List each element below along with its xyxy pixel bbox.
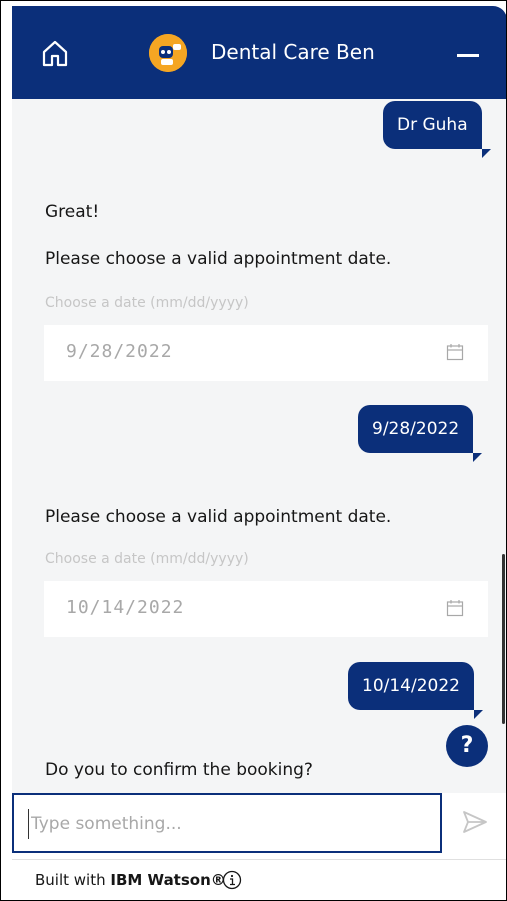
message-input-box (12, 793, 442, 853)
built-with-text: Built with IBM Watson® (35, 871, 226, 889)
user-message-text: 10/14/2022 (362, 676, 460, 696)
scrollbar-thumb[interactable] (502, 554, 505, 724)
date-field-label: Choose a date (mm/dd/yyyy) (45, 551, 249, 567)
home-icon[interactable] (40, 38, 70, 68)
calendar-icon[interactable] (446, 343, 464, 361)
calendar-icon[interactable] (446, 599, 464, 617)
date-value: 10/14/2022 (66, 597, 185, 618)
user-message-bubble: Dr Guha (383, 101, 491, 158)
bot-message: Please choose a valid appointment date. (45, 507, 392, 527)
bot-message: Please choose a valid appointment date. (45, 249, 392, 269)
date-value: 9/28/2022 (66, 341, 173, 362)
footer: Built with IBM Watson® (12, 859, 506, 900)
date-picker-input[interactable]: 10/14/2022 (44, 581, 488, 637)
date-picker-input[interactable]: 9/28/2022 (44, 325, 488, 381)
date-field-label: Choose a date (mm/dd/yyyy) (45, 295, 249, 311)
bot-message: Great! (45, 202, 100, 222)
help-button[interactable]: ? (446, 725, 488, 767)
chat-transcript[interactable]: Dr Guha Great! Please choose a valid app… (12, 99, 506, 793)
user-message-text: Dr Guha (397, 115, 468, 135)
minimize-button[interactable] (457, 54, 479, 57)
header-title: Dental Care Ben (211, 40, 375, 64)
brand-name: IBM Watson® (110, 871, 226, 889)
user-message-bubble: 10/14/2022 (348, 662, 483, 719)
built-with-prefix: Built with (35, 871, 106, 889)
message-composer (12, 793, 506, 859)
user-message-bubble: 9/28/2022 (358, 405, 483, 462)
robot-icon (149, 34, 187, 72)
info-icon[interactable] (222, 870, 242, 890)
chat-widget: Dental Care Ben Dr Guha Great! Please ch… (0, 0, 507, 901)
bot-avatar (149, 34, 187, 72)
user-message-text: 9/28/2022 (372, 419, 460, 439)
send-icon[interactable] (460, 807, 490, 837)
bot-message: Do you to confirm the booking? (45, 760, 313, 780)
message-input[interactable] (28, 809, 433, 839)
chat-header: Dental Care Ben (12, 6, 506, 99)
